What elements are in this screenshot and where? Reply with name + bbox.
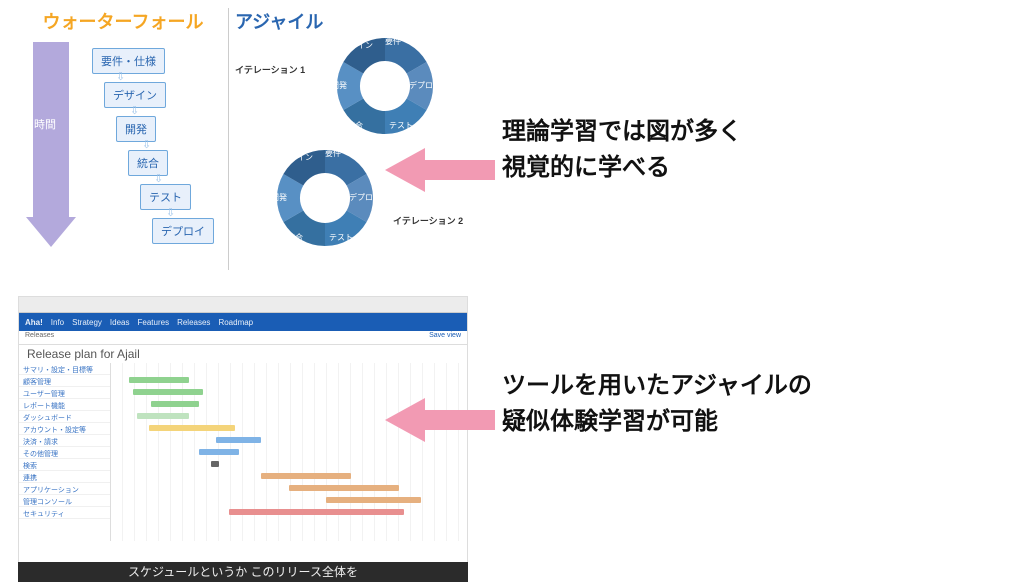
gantt-row-label: 管理コンソール (19, 495, 110, 507)
iteration2-label: イテレーション 2 (393, 214, 463, 227)
seg-deploy: デプロイ (409, 80, 441, 91)
agile-panel: アジャイル イテレーション 1 イテレーション 2 要件・仕様 デプロイ テスト… (228, 8, 468, 270)
menu-item[interactable]: Strategy (72, 318, 102, 327)
menu-item[interactable]: Features (138, 318, 170, 327)
menu-item[interactable]: Info (51, 318, 64, 327)
gantt-row-label: ダッシュボード (19, 411, 110, 423)
menu-item[interactable]: Roadmap (218, 318, 253, 327)
gantt-bar (151, 401, 199, 407)
seg-req: 要件・仕様 (385, 36, 425, 47)
seg-design: デザイン (341, 40, 373, 51)
gantt-row-label: 検索 (19, 459, 110, 471)
waterfall-steps: 要件・仕様⇩ デザイン⇩ 開発⇩ 統合⇩ テスト⇩ デプロイ (92, 48, 214, 252)
waterfall-panel: ウォーターフォール 時間 要件・仕様⇩ デザイン⇩ 開発⇩ 統合⇩ テスト⇩ デ… (18, 8, 228, 270)
seg2-int: 統合 (287, 232, 303, 243)
gantt-row-label: その他管理 (19, 447, 110, 459)
wf-step: デプロイ (152, 218, 214, 244)
gantt-row-label: セキュリティ (19, 507, 110, 519)
gantt-bar (289, 485, 399, 491)
app-header: Aha! Info Strategy Ideas Features Releas… (19, 313, 467, 331)
video-subtitle: スケジュールというか このリリース全体を (18, 562, 468, 582)
callout-1: 理論学習では図が多く 視覚的に学べる (502, 114, 742, 186)
callout2-line2: 疑似体験学習が可能 (502, 404, 812, 440)
gantt-row-label: レポート機能 (19, 399, 110, 411)
callout-arrow-2 (385, 390, 495, 450)
gantt-row-label: サマリ・設定・目標等 (19, 363, 110, 375)
callout-2: ツールを用いたアジャイルの 疑似体験学習が可能 (502, 368, 812, 440)
seg2-dev: 開発 (271, 192, 287, 203)
gantt-labels: サマリ・設定・目標等顧客管理ユーザー管理レポート機能ダッシュボードアカウント・設… (19, 363, 111, 541)
gantt-row-label: アプリケーション (19, 483, 110, 495)
gantt-bar (216, 437, 261, 443)
seg2-test: テスト (329, 232, 353, 243)
gantt-row-label: アカウント・設定等 (19, 423, 110, 435)
save-view-button[interactable]: Save view (429, 332, 461, 343)
callout2-line1: ツールを用いたアジャイルの (502, 368, 812, 404)
gantt-bar (133, 389, 203, 395)
iteration1-label: イテレーション 1 (235, 63, 305, 76)
gantt-bar (211, 461, 219, 467)
gantt-bar (229, 509, 404, 515)
seg2-req: 要件・仕様 (325, 148, 365, 159)
callout1-line1: 理論学習では図が多く (502, 114, 742, 150)
gantt-row-label: 決済・請求 (19, 435, 110, 447)
gantt-row-label: 顧客管理 (19, 375, 110, 387)
subbar-left: Releases (25, 332, 54, 343)
callout-arrow-1 (385, 140, 495, 200)
gantt-bar (199, 449, 239, 455)
gantt-bar (326, 497, 421, 503)
wf-step: 要件・仕様 (92, 48, 165, 74)
seg2-design: デザイン (281, 152, 313, 163)
time-label: 時間 (34, 116, 56, 132)
sub-bar: Releases Save view (19, 331, 467, 345)
seg-test: テスト (389, 120, 413, 131)
methodology-diagram: ウォーターフォール 時間 要件・仕様⇩ デザイン⇩ 開発⇩ 統合⇩ テスト⇩ デ… (18, 8, 468, 270)
browser-chrome (19, 297, 467, 313)
gantt-row-label: 連携 (19, 471, 110, 483)
gantt-bar (129, 377, 189, 383)
menu-item[interactable]: Releases (177, 318, 210, 327)
waterfall-title: ウォーターフォール (18, 8, 228, 34)
release-title: Release plan for Ajail (19, 345, 467, 363)
seg-dev: 開発 (331, 80, 347, 91)
seg2-deploy: デプロイ (349, 192, 381, 203)
app-logo: Aha! (25, 318, 43, 327)
gantt-bar (149, 425, 235, 431)
callout1-line2: 視覚的に学べる (502, 150, 742, 186)
gantt-row-label: ユーザー管理 (19, 387, 110, 399)
gantt-bar (261, 473, 351, 479)
gantt-bar (137, 413, 189, 419)
agile-title: アジャイル (235, 8, 468, 34)
time-arrow (26, 42, 76, 252)
menu-item[interactable]: Ideas (110, 318, 130, 327)
seg-int: 統合 (347, 120, 363, 131)
